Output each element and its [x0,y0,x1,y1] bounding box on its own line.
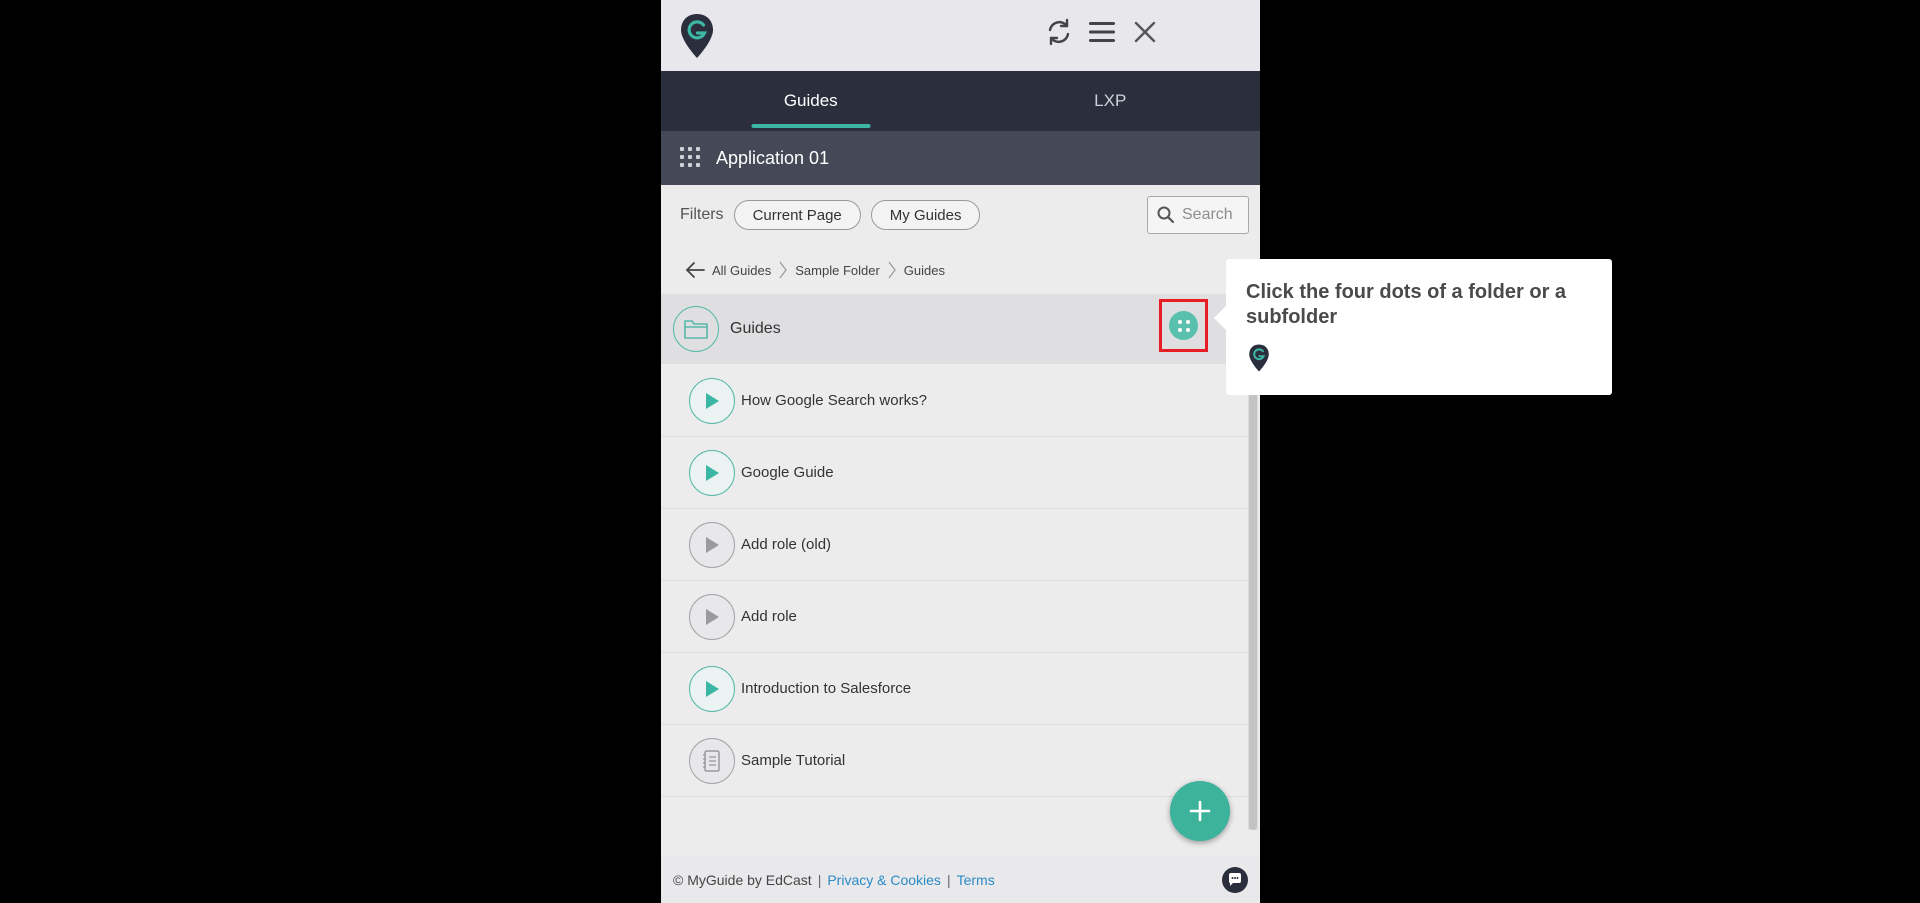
panel-header [661,0,1260,71]
folder-name: Guides [730,320,781,337]
filter-chip-current-page[interactable]: Current Page [733,200,861,230]
myguide-logo-icon [679,12,715,60]
footer: © MyGuide by EdCast | Privacy & Cookies … [661,856,1260,903]
list-item[interactable]: Google Guide [661,437,1248,509]
close-icon[interactable] [1127,14,1163,50]
chevron-right-icon [779,261,787,279]
app-grid-icon[interactable] [680,147,702,169]
list-item[interactable]: Add role [661,581,1248,653]
terms-link[interactable]: Terms [957,872,995,888]
guide-title: Sample Tutorial [741,752,846,769]
back-arrow-icon[interactable] [685,261,705,279]
breadcrumb: All Guides Sample Folder Guides [661,250,1260,290]
guide-tooltip: Click the four dots of a folder or a sub… [1214,259,1612,395]
play-icon[interactable] [689,521,735,568]
application-bar[interactable]: Application 01 [661,131,1260,185]
myguide-panel: Guides LXP Application 01 Filters Curren… [661,0,1260,903]
list-item[interactable]: How Google Search works? [661,365,1248,437]
footer-separator: | [817,871,822,888]
privacy-cookies-link[interactable]: Privacy & Cookies [827,872,941,888]
footer-separator: | [946,871,951,888]
scrollbar[interactable] [1248,365,1258,830]
guide-list: How Google Search works? Google Guide Ad… [661,365,1248,797]
scrollbar-thumb[interactable] [1249,365,1257,830]
play-icon[interactable] [689,449,735,496]
myguide-logo-icon [1248,343,1270,378]
search-icon [1157,206,1175,224]
play-icon[interactable] [689,665,735,712]
menu-icon[interactable] [1084,14,1120,50]
folder-options-button[interactable] [1159,299,1208,352]
sync-icon[interactable] [1041,14,1077,50]
guide-title: Add role (old) [741,536,832,553]
search-placeholder: Search [1182,206,1233,223]
guide-title: Introduction to Salesforce [741,680,912,697]
folder-row[interactable]: Guides [661,294,1260,364]
plus-icon [1189,800,1211,822]
copyright-text: © MyGuide by EdCast [673,871,812,888]
application-name: Application 01 [716,147,830,168]
tab-guides[interactable]: Guides [661,71,961,131]
add-button[interactable] [1170,781,1230,841]
filters-bar: Filters Current Page My Guides Search [661,185,1260,245]
breadcrumb-guides: Guides [903,262,945,278]
play-icon[interactable] [689,377,735,424]
list-item[interactable]: Add role (old) [661,509,1248,581]
guide-title: How Google Search works? [741,392,927,409]
list-item[interactable]: Introduction to Salesforce [661,653,1248,725]
filters-label: Filters [680,206,724,223]
tab-bar: Guides LXP [661,71,1260,131]
tab-lxp[interactable]: LXP [961,71,1261,131]
chat-icon[interactable] [1222,867,1248,893]
folder-icon [673,306,719,352]
guide-title: Add role [741,608,797,625]
breadcrumb-sample-folder[interactable]: Sample Folder [795,263,880,278]
filter-chip-my-guides[interactable]: My Guides [870,200,981,230]
chevron-right-icon [888,261,896,279]
list-item[interactable]: Sample Tutorial [661,725,1248,797]
guide-title: Google Guide [741,464,834,481]
breadcrumb-all-guides[interactable]: All Guides [712,263,771,278]
four-dots-icon[interactable] [1169,311,1198,340]
tooltip-text: Click the four dots of a folder or a sub… [1246,281,1567,328]
search-input[interactable]: Search [1147,196,1249,234]
document-icon[interactable] [689,737,735,784]
play-icon[interactable] [689,593,735,640]
